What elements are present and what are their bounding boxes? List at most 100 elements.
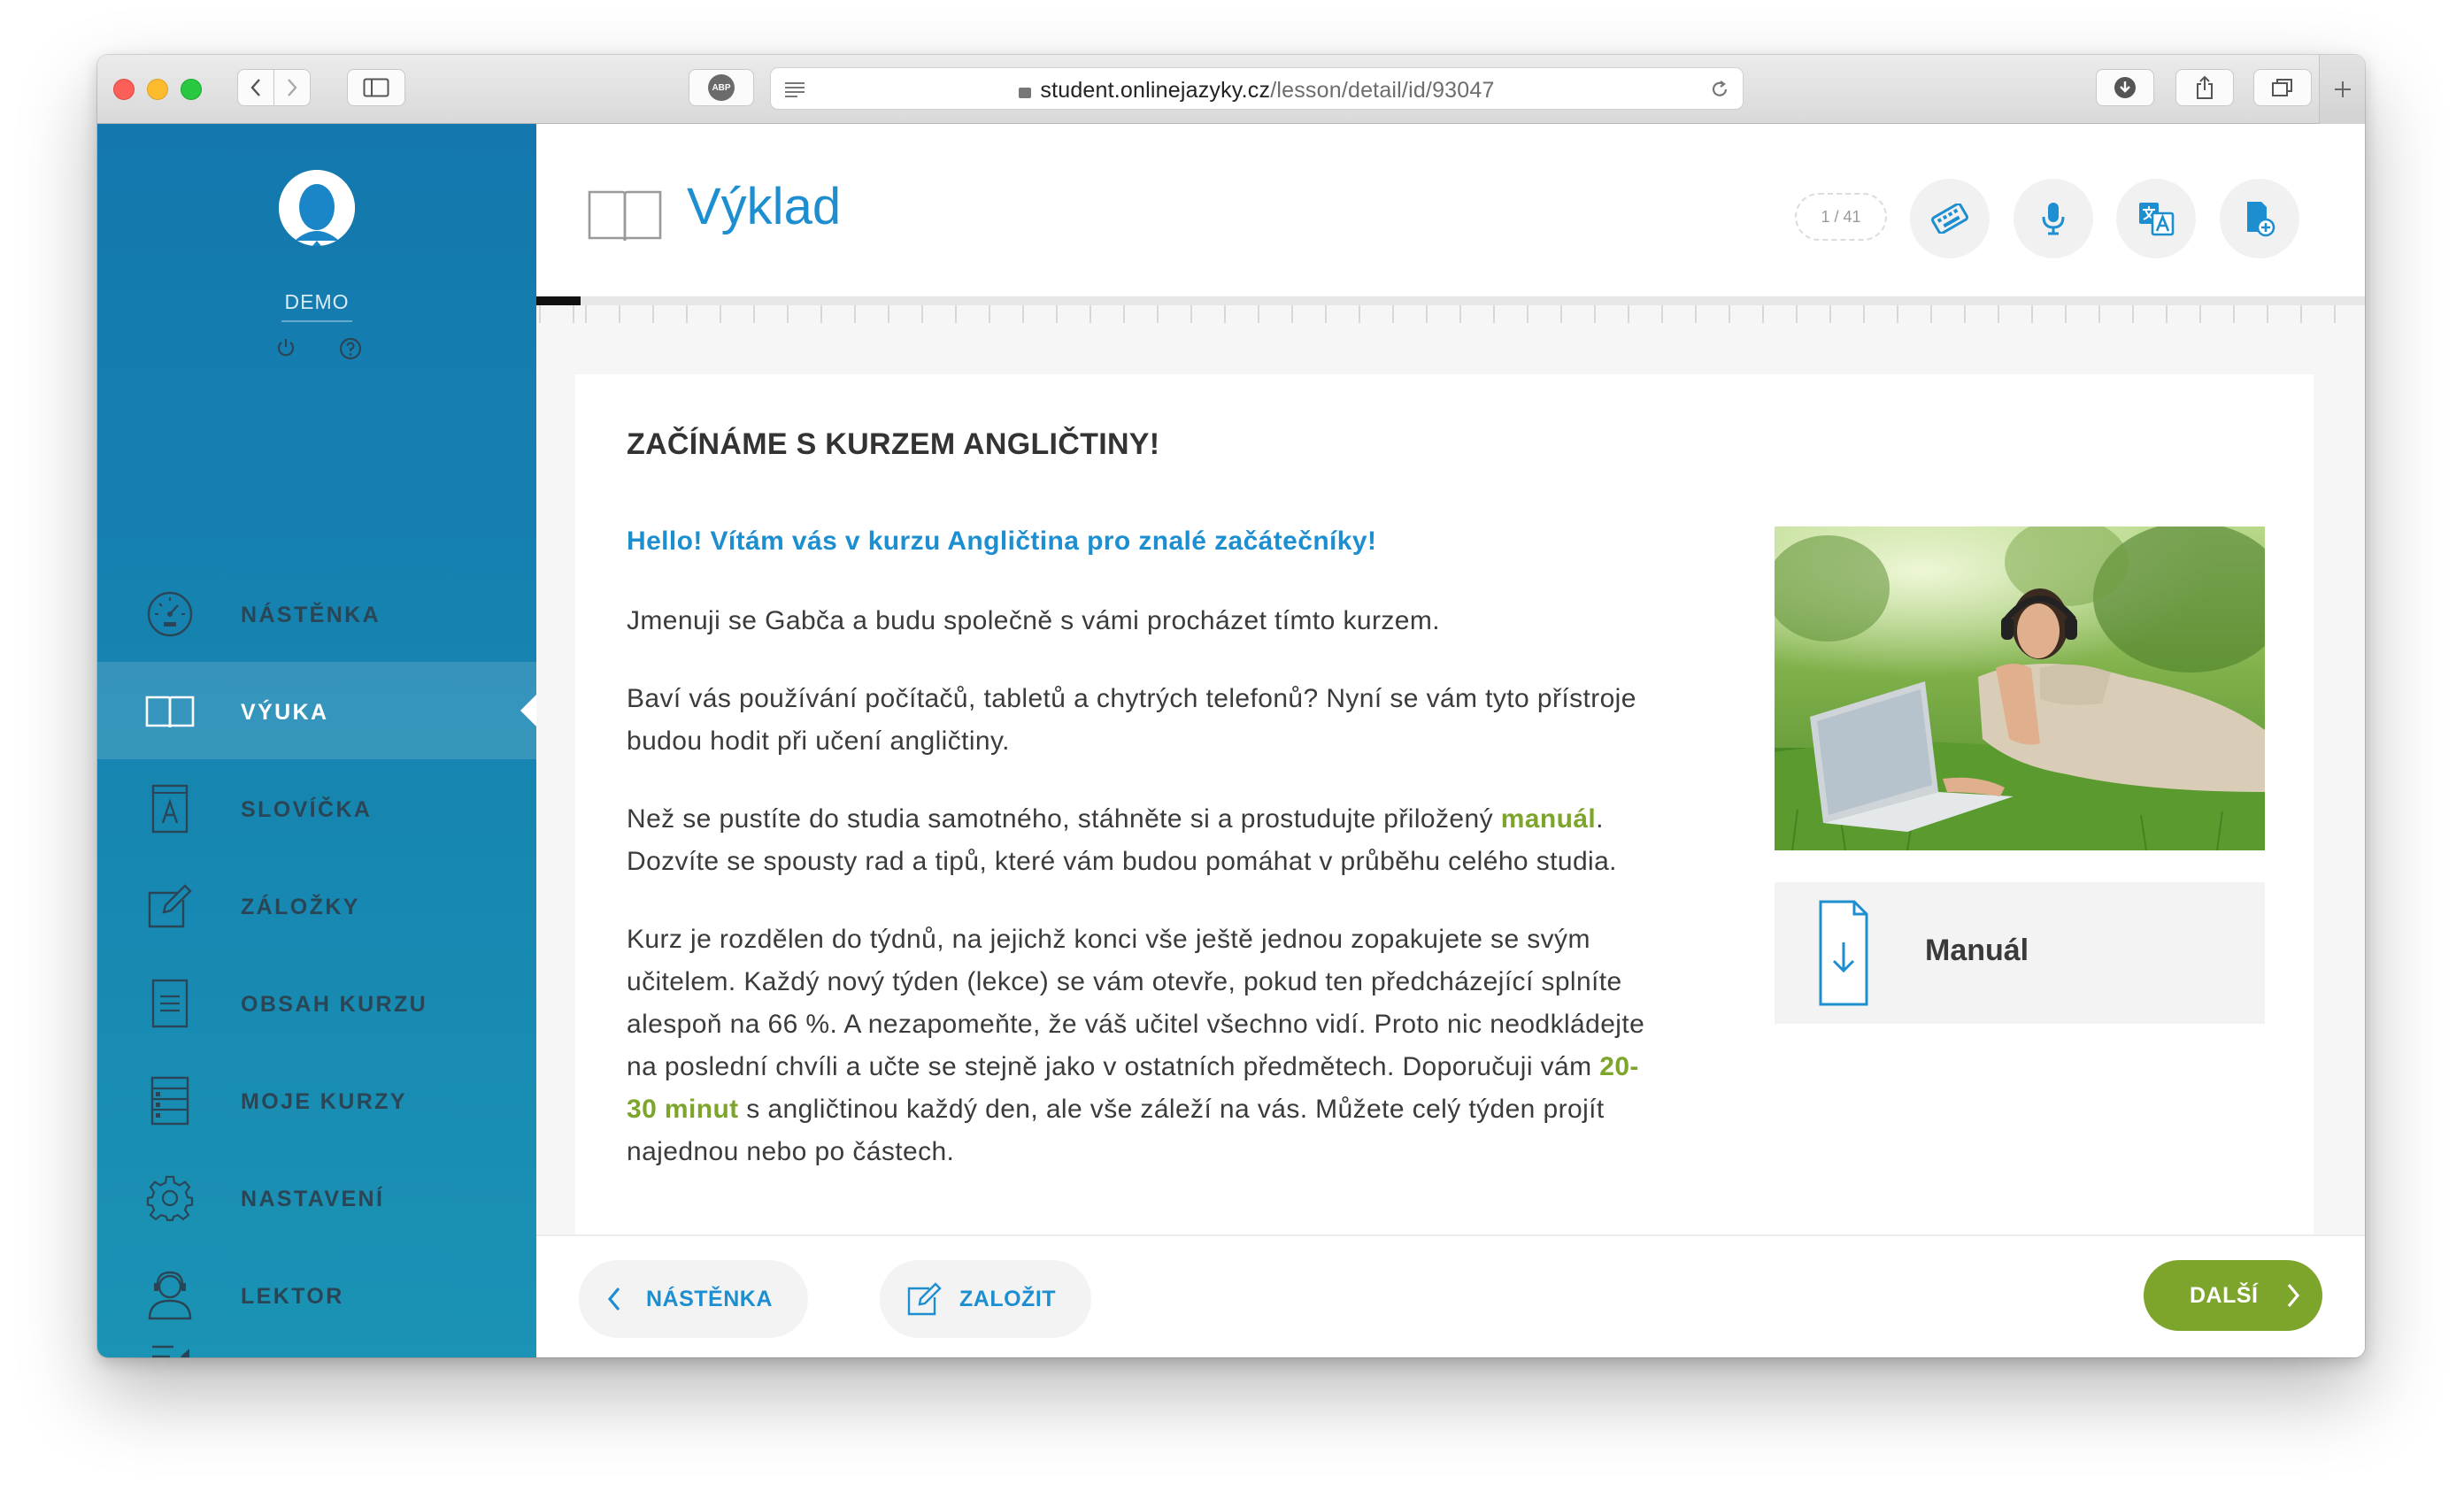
sidebar: DEMO NÁSTĚNKA VÝUKA SLOVÍČKA ZÁLOŽKY OBS… (97, 124, 536, 1357)
sidebar-item-teaching[interactable]: VÝUKA (97, 662, 536, 759)
power-icon[interactable] (274, 336, 297, 359)
lesson-photo (1775, 527, 2265, 850)
add-document-icon (2247, 202, 2275, 237)
adblock-icon: ABP (708, 74, 735, 101)
sidebar-item-bookmarks[interactable]: ZÁLOŽKY (97, 857, 536, 954)
collapse-menu-icon (152, 1345, 189, 1357)
adblock-button[interactable]: ABP (689, 69, 754, 106)
bookmark-edit-icon (907, 1282, 942, 1316)
open-book-icon (588, 190, 662, 242)
keyboard-icon (1931, 204, 1968, 234)
lesson-progress-fill (536, 296, 581, 305)
sidebar-item-label: VÝUKA (241, 700, 329, 725)
main-content: Výklad 1 / 41 ZAČÍNÁME S KURZEM ANGLIČTI… (536, 124, 2365, 1357)
progress-ticks (536, 305, 2365, 323)
book-icon (145, 687, 195, 736)
course-list-icon (145, 1076, 195, 1126)
next-button-label: DALŠÍ (2190, 1282, 2259, 1308)
manual-link[interactable]: manuál (1501, 804, 1596, 834)
lesson-paragraph-1: Jmenuji se Gabča a budu společně s vámi … (627, 606, 1440, 635)
tabs-overview-button[interactable] (2253, 69, 2312, 106)
tutor-icon (145, 1271, 195, 1320)
browser-toolbar: ABP student.onlinejazyky.cz/lesson/detai… (97, 55, 2365, 124)
user-avatar-icon (279, 170, 355, 246)
lesson-paragraph-4: Kurz je rozdělen do týdnů, na jejichž ko… (627, 919, 1653, 1173)
paragraph-text: Kurz je rozdělen do týdnů, na jejichž ko… (627, 925, 1645, 1081)
lesson-header: Výklad 1 / 41 (536, 124, 2365, 296)
chevron-left-icon (607, 1287, 620, 1311)
lesson-text: Hello! Vítám vás v kurzu Angličtina pro … (627, 520, 1653, 1209)
sidebar-item-label: LEKTOR (241, 1284, 344, 1309)
sidebar-item-course-content[interactable]: OBSAH KURZU (97, 954, 536, 1051)
manual-label: Manuál (1925, 934, 2029, 967)
gear-icon (145, 1173, 195, 1223)
sidebar-item-label: NASTAVENÍ (241, 1187, 385, 1211)
url-text: student.onlinejazyky.cz/lesson/detail/id… (771, 78, 1743, 104)
next-button[interactable]: DALŠÍ (2144, 1260, 2322, 1331)
chevron-left-icon (250, 79, 260, 96)
sidebar-toggle-button[interactable] (347, 69, 405, 106)
chevron-right-icon (2287, 1283, 2299, 1308)
sidebar-item-label: NÁSTĚNKA (241, 603, 381, 627)
tabs-icon (2272, 79, 2292, 96)
url-domain: student.onlinejazyky.cz (1040, 78, 1271, 103)
bookmark-button-label: ZALOŽIT (959, 1286, 1057, 1311)
downloads-button[interactable] (2096, 69, 2154, 106)
add-note-button[interactable] (2220, 179, 2299, 258)
keyboard-button[interactable] (1910, 179, 1990, 258)
download-document-icon (1819, 900, 1868, 1006)
zoom-window-button[interactable] (181, 79, 202, 100)
url-path: /lesson/detail/id/93047 (1270, 78, 1495, 103)
new-tab-button[interactable] (2319, 55, 2365, 124)
lesson-paragraph-3: Než se pustíte do studia samotného, stáh… (627, 798, 1653, 883)
sidebar-item-dashboard[interactable]: NÁSTĚNKA (97, 565, 536, 662)
sidebar-item-label: MOJE KURZY (241, 1089, 407, 1114)
microphone-icon (2042, 203, 2065, 235)
lesson-progress-bar (536, 296, 2365, 305)
help-icon[interactable] (338, 336, 363, 361)
back-button[interactable] (237, 69, 274, 106)
sidebar-item-vocabulary[interactable]: SLOVÍČKA (97, 759, 536, 857)
download-icon (2114, 77, 2136, 98)
sidebar-icon (363, 78, 389, 97)
paragraph-text: s angličtinou každý den, ale vše záleží … (627, 1095, 1605, 1166)
forward-button[interactable] (273, 69, 311, 106)
back-button-label: NÁSTĚNKA (646, 1286, 773, 1311)
translate-button[interactable] (2116, 179, 2196, 258)
document-icon (145, 979, 195, 1028)
lesson-heading: ZAČÍNÁME S KURZEM ANGLIČTINY! (627, 427, 1160, 461)
collapse-sidebar-button[interactable] (150, 1343, 193, 1357)
bookmark-edit-icon (145, 881, 195, 931)
share-button[interactable] (2175, 69, 2234, 106)
share-icon (2197, 75, 2213, 99)
chevron-right-icon (288, 79, 297, 96)
close-window-button[interactable] (113, 79, 135, 100)
lesson-footer: NÁSTĚNKA ZALOŽIT DALŠÍ (536, 1234, 2365, 1357)
lesson-card: ZAČÍNÁME S KURZEM ANGLIČTINY! Hello! Vít… (575, 374, 2314, 1357)
sidebar-item-my-courses[interactable]: MOJE KURZY (97, 1051, 536, 1149)
woman-with-laptop-image (1775, 527, 2265, 850)
address-bar[interactable]: student.onlinejazyky.cz/lesson/detail/id… (770, 67, 1744, 110)
sidebar-item-label: ZÁLOŽKY (241, 895, 360, 919)
manual-download[interactable]: Manuál (1775, 882, 2265, 1024)
back-to-dashboard-button[interactable]: NÁSTĚNKA (579, 1260, 808, 1338)
minimize-window-button[interactable] (147, 79, 168, 100)
avatar[interactable] (279, 170, 355, 246)
paragraph-text: Než se pustíte do studia samotného, stáh… (627, 804, 1501, 834)
lesson-counter: 1 / 41 (1795, 193, 1887, 241)
user-actions (274, 336, 363, 361)
sidebar-item-tutor[interactable]: LEKTOR (97, 1246, 536, 1343)
plus-icon (2334, 81, 2351, 97)
username: DEMO (284, 290, 350, 313)
browser-window: ABP student.onlinejazyky.cz/lesson/detai… (97, 55, 2365, 1357)
bookmark-button[interactable]: ZALOŽIT (880, 1260, 1092, 1338)
sidebar-item-settings[interactable]: NASTAVENÍ (97, 1149, 536, 1246)
microphone-button[interactable] (2014, 179, 2093, 258)
sidebar-item-label: SLOVÍČKA (241, 797, 373, 822)
reload-icon[interactable] (1709, 79, 1730, 100)
active-indicator (520, 695, 536, 726)
lesson-paragraph-2: Baví vás používání počítačů, tabletů a c… (627, 684, 1636, 756)
lesson-lead: Hello! Vítám vás v kurzu Angličtina pro … (627, 527, 1377, 556)
lock-icon (1019, 88, 1032, 98)
dashboard-icon (145, 589, 195, 639)
